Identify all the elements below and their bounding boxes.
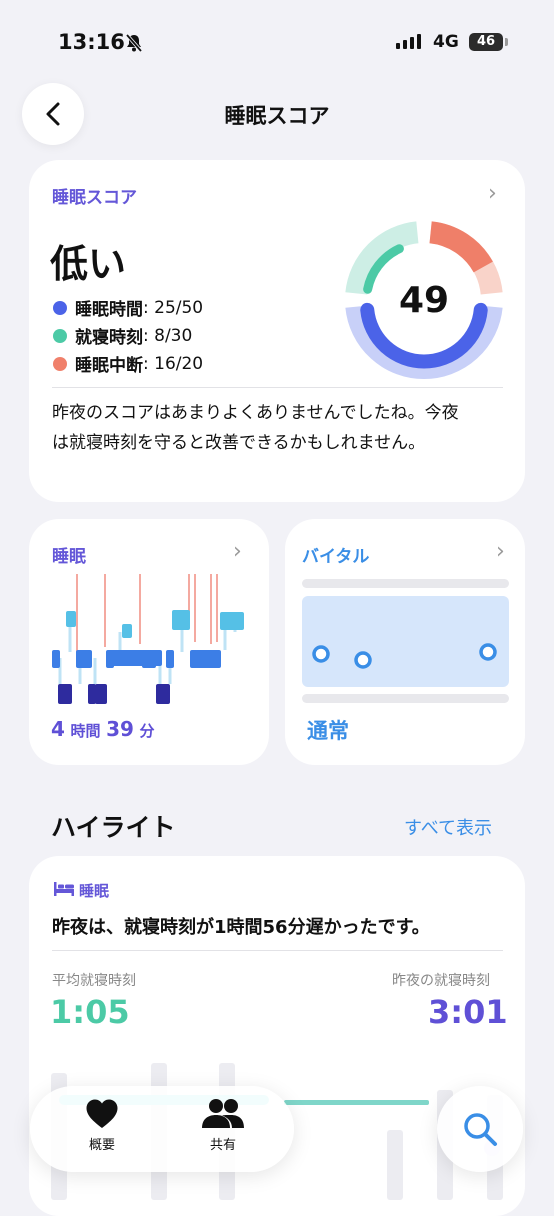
search-button[interactable] xyxy=(437,1086,523,1172)
highlight-tag: 睡眠 xyxy=(79,882,110,900)
legend-dot xyxy=(53,300,67,315)
page-title: 睡眠スコア xyxy=(224,104,330,128)
people-icon xyxy=(202,1099,244,1128)
score-card-label: 睡眠スコア xyxy=(52,188,137,208)
legend-interruptions: 睡眠中断 : 16/20 xyxy=(53,351,203,376)
bed-icon xyxy=(54,882,74,896)
chevron-right-icon: › xyxy=(496,539,505,564)
cellular-signal-icon xyxy=(396,34,421,49)
card-divider xyxy=(52,387,503,388)
legend-value: : 8/30 xyxy=(143,325,193,346)
legend-dot xyxy=(53,356,67,371)
tab-sharing[interactable]: 共有 xyxy=(178,1098,268,1153)
tab-summary-label: 概要 xyxy=(88,1138,115,1153)
legend-name: 睡眠中断 xyxy=(75,356,143,376)
battery-tip xyxy=(505,38,508,46)
vital-range-bar-bottom xyxy=(302,694,509,703)
legend-value: : 25/50 xyxy=(143,297,204,318)
chevron-right-icon: › xyxy=(233,539,242,564)
see-all-link[interactable]: すべて表示 xyxy=(404,814,492,840)
status-time: 13:16 xyxy=(58,30,125,54)
highlight-text: 昨夜は、就寝時刻が1時間56分遅かったです。 xyxy=(52,917,430,938)
sleep-card-title: 睡眠 xyxy=(52,547,86,567)
chevron-right-icon: › xyxy=(488,181,497,206)
score-summary: 昨夜のスコアはあまりよくありませんでしたね。今夜は就寝時刻を守ると改善できるかも… xyxy=(52,403,459,453)
tab-summary[interactable]: 概要 xyxy=(57,1098,147,1153)
last-bedtime-value: 3:01 xyxy=(428,993,508,1031)
sleep-minutes: 39 xyxy=(106,717,134,741)
legend-dot xyxy=(53,328,67,343)
score-level: 低い xyxy=(50,242,127,286)
sleep-minutes-unit: 分 xyxy=(139,722,155,740)
vital-points xyxy=(312,643,497,669)
sleep-hours: 4 xyxy=(51,717,65,741)
legend-sleep-duration: 睡眠時間 : 25/50 xyxy=(53,295,203,320)
sleep-stages-chart xyxy=(52,574,244,704)
sleep-duration: 4 時間 39 分 xyxy=(51,717,155,741)
vital-card-title: バイタル xyxy=(302,547,370,567)
vital-status: 通常 xyxy=(307,719,349,743)
network-type: 4G xyxy=(433,32,459,52)
avg-bedtime-value: 1:05 xyxy=(50,993,130,1031)
score-ring: 49 xyxy=(345,221,503,380)
tab-sharing-label: 共有 xyxy=(209,1138,236,1153)
highlights-title: ハイライト xyxy=(51,813,176,842)
score-value: 49 xyxy=(399,280,449,321)
legend-value: : 16/20 xyxy=(143,353,204,374)
battery-icon: 46 xyxy=(469,33,503,51)
heart-icon xyxy=(86,1099,118,1128)
vital-range-bar-top xyxy=(302,579,509,588)
search-icon xyxy=(464,1113,497,1146)
bell-slash-icon xyxy=(125,33,143,53)
sleep-hours-unit: 時間 xyxy=(70,722,101,740)
legend-bedtime: 就寝時刻 : 8/30 xyxy=(53,323,192,348)
legend-name: 就寝時刻 xyxy=(75,328,143,348)
highlight-divider xyxy=(52,950,503,951)
last-bedtime-label: 昨夜の就寝時刻 xyxy=(392,973,490,989)
legend-name: 睡眠時間 xyxy=(75,300,143,320)
avg-bedtime-label: 平均就寝時刻 xyxy=(52,973,136,989)
